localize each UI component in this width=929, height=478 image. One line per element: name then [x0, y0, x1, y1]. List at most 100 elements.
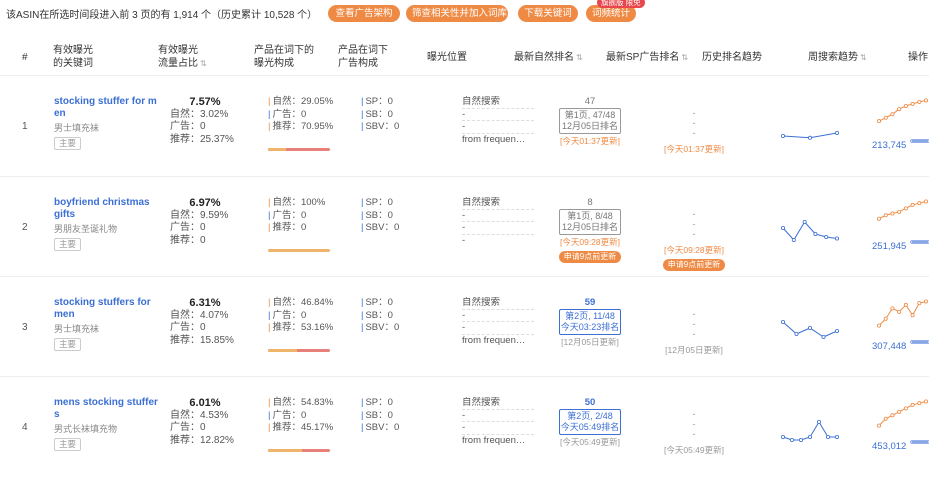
composition-bar [268, 249, 330, 252]
sp-rank-dash-3: - [692, 128, 696, 138]
trend-point [835, 328, 840, 333]
trend-point [890, 112, 895, 117]
request-update-button[interactable]: 申请9点前更新 [558, 251, 622, 263]
sp-rank-cell: - - - [今天05:49更新] [654, 409, 734, 455]
ad-sb-line: | SB：0 [361, 410, 399, 423]
keyword-link[interactable]: stocking stuffer for men [54, 96, 157, 119]
keyword-cell: stocking stuffers for men 男士填充袜 主要 [54, 297, 158, 351]
trend-point [794, 331, 799, 336]
ad-composition-cell: | SP：0 | SB：0 | SBV：0 [361, 96, 399, 134]
share-recommend: 推荐：12.82% [170, 434, 234, 446]
header-share[interactable]: 有效曝光 流量占比 ⇅ [158, 44, 207, 70]
ad-sp-marker: | [361, 297, 364, 308]
sort-icon[interactable]: ⇅ [200, 59, 207, 68]
position-organic: 自然搜索 [462, 197, 534, 210]
trend-point [924, 199, 929, 204]
comp-recommend: 推荐：53.16% [272, 322, 334, 333]
comp-recommend: 推荐：45.17% [272, 422, 334, 433]
keyword-translation: 男士填充袜 [54, 324, 100, 334]
ad-sp: SP：0 [365, 197, 393, 208]
composition-cell: | 自然：46.84% | 广告：0 | 推荐：53.16% [268, 297, 333, 335]
weekly-trend-chart[interactable] [876, 195, 929, 239]
composition-bar-natural [268, 249, 330, 252]
share-percent: 6.01% [189, 397, 221, 409]
download-keywords-button[interactable]: 下载关键词 [518, 5, 578, 22]
position-cell: 自然搜索 - - from frequen… [462, 397, 534, 447]
trend-point [876, 423, 882, 428]
trend-point [924, 98, 929, 103]
sort-icon[interactable]: ⇅ [576, 53, 583, 62]
share-natural: 自然：4.53% [170, 409, 229, 421]
rank-number[interactable]: 59 [556, 297, 624, 308]
sort-icon[interactable]: ⇅ [860, 53, 867, 62]
header-comp-line2: 曝光构成 [254, 58, 294, 69]
rank-number[interactable]: 50 [556, 397, 624, 408]
position-organic: 自然搜索 [462, 96, 534, 109]
rank-detail-box[interactable]: 第1页, 47/48 12月05日排名 [559, 108, 621, 134]
view-ad-structure-button[interactable]: 查看广告架构 [328, 5, 400, 22]
history-trend-chart[interactable] [780, 213, 840, 249]
sp-rank-dash-2: - [692, 219, 696, 229]
keyword-link[interactable]: stocking stuffers for men [54, 297, 151, 320]
header-ad-line1: 产品在词下 [338, 45, 388, 56]
position-source: from frequen… [462, 334, 526, 346]
comp-natural-line: | 自然：100% [268, 197, 325, 210]
rank-page: 第1页, 8/48 [567, 211, 613, 221]
row-index: 3 [22, 322, 28, 333]
weekly-trend-chart[interactable] [876, 295, 929, 339]
weekly-baseline-dots [910, 340, 929, 344]
trend-point [798, 437, 803, 442]
header-weekly[interactable]: 周搜索趋势 ⇅ [808, 51, 867, 64]
comp-recommend-line: | 推荐：45.17% [268, 422, 333, 435]
comp-ad: 广告：0 [272, 409, 307, 421]
rank-update-time: [今天05:49更新] [560, 437, 620, 447]
history-trend-chart[interactable] [780, 413, 840, 449]
keyword-link[interactable]: mens stocking stuffers [54, 397, 158, 420]
comp-ad-marker: | [268, 209, 271, 221]
weekly-trend-chart[interactable] [876, 94, 929, 138]
sp-rank-value: - [692, 108, 696, 118]
trend-point [780, 133, 786, 138]
history-trend-chart[interactable] [780, 313, 840, 349]
sort-icon[interactable]: ⇅ [681, 53, 688, 62]
header-weekly-label: 周搜索趋势 [808, 52, 858, 63]
trend-point [821, 334, 826, 339]
organic-rank-cell: 59 第2页, 11/48 今天03:23排名 [12月05日更新] [556, 297, 624, 348]
comp-natural: 自然：100% [272, 197, 326, 208]
trend-point [802, 220, 807, 225]
sp-update-time: [今天05:49更新] [664, 445, 724, 455]
header-ad-line2: 广告构成 [338, 58, 378, 69]
comp-recommend: 推荐：0 [272, 222, 307, 233]
comp-recommend-marker: | [268, 422, 271, 433]
share-cell: 6.31% 自然：4.07% 广告：0 推荐：15.85% [170, 297, 234, 347]
filter-add-to-library-button[interactable]: 筛查相关性并加入词库 [406, 5, 508, 22]
sp-rank-dash-3: - [692, 329, 696, 339]
rank-number[interactable]: 47 [556, 96, 624, 107]
header-organic-rank[interactable]: 最新自然排名 ⇅ [514, 51, 583, 64]
ad-sb: SB：0 [365, 409, 393, 421]
row-index: 4 [22, 422, 28, 433]
rank-detail-box[interactable]: 第2页, 11/48 今天03:23排名 [559, 309, 621, 335]
ad-sp-line: | SP：0 [361, 297, 399, 310]
ad-sbv-marker: | [361, 222, 364, 233]
trend-point [780, 225, 786, 230]
rank-number[interactable]: 8 [556, 197, 624, 208]
rank-detail-box[interactable]: 第2页, 2/48 今天05:49排名 [559, 409, 621, 435]
comp-natural: 自然：46.84% [272, 297, 334, 308]
ad-sb-line: | SB：0 [361, 310, 399, 323]
keyword-link[interactable]: boyfriend christmas gifts [54, 197, 150, 220]
trend-point [876, 119, 882, 124]
history-trend-chart[interactable] [780, 112, 840, 148]
trend-point [910, 313, 915, 318]
sp-request-update-button[interactable]: 申请9点前更新 [662, 259, 726, 271]
trend-point [903, 302, 908, 307]
composition-bar [268, 349, 330, 352]
trend-line [782, 221, 838, 241]
comp-ad: 广告：0 [272, 309, 307, 321]
ad-sp-marker: | [361, 96, 364, 107]
weekly-trend-chart[interactable] [876, 395, 929, 439]
rank-detail-box[interactable]: 第1页, 8/48 12月05日排名 [559, 209, 621, 235]
trend-point [897, 409, 902, 414]
header-sp-rank[interactable]: 最新SP广告排名 ⇅ [606, 51, 688, 64]
trend-point [817, 420, 822, 425]
